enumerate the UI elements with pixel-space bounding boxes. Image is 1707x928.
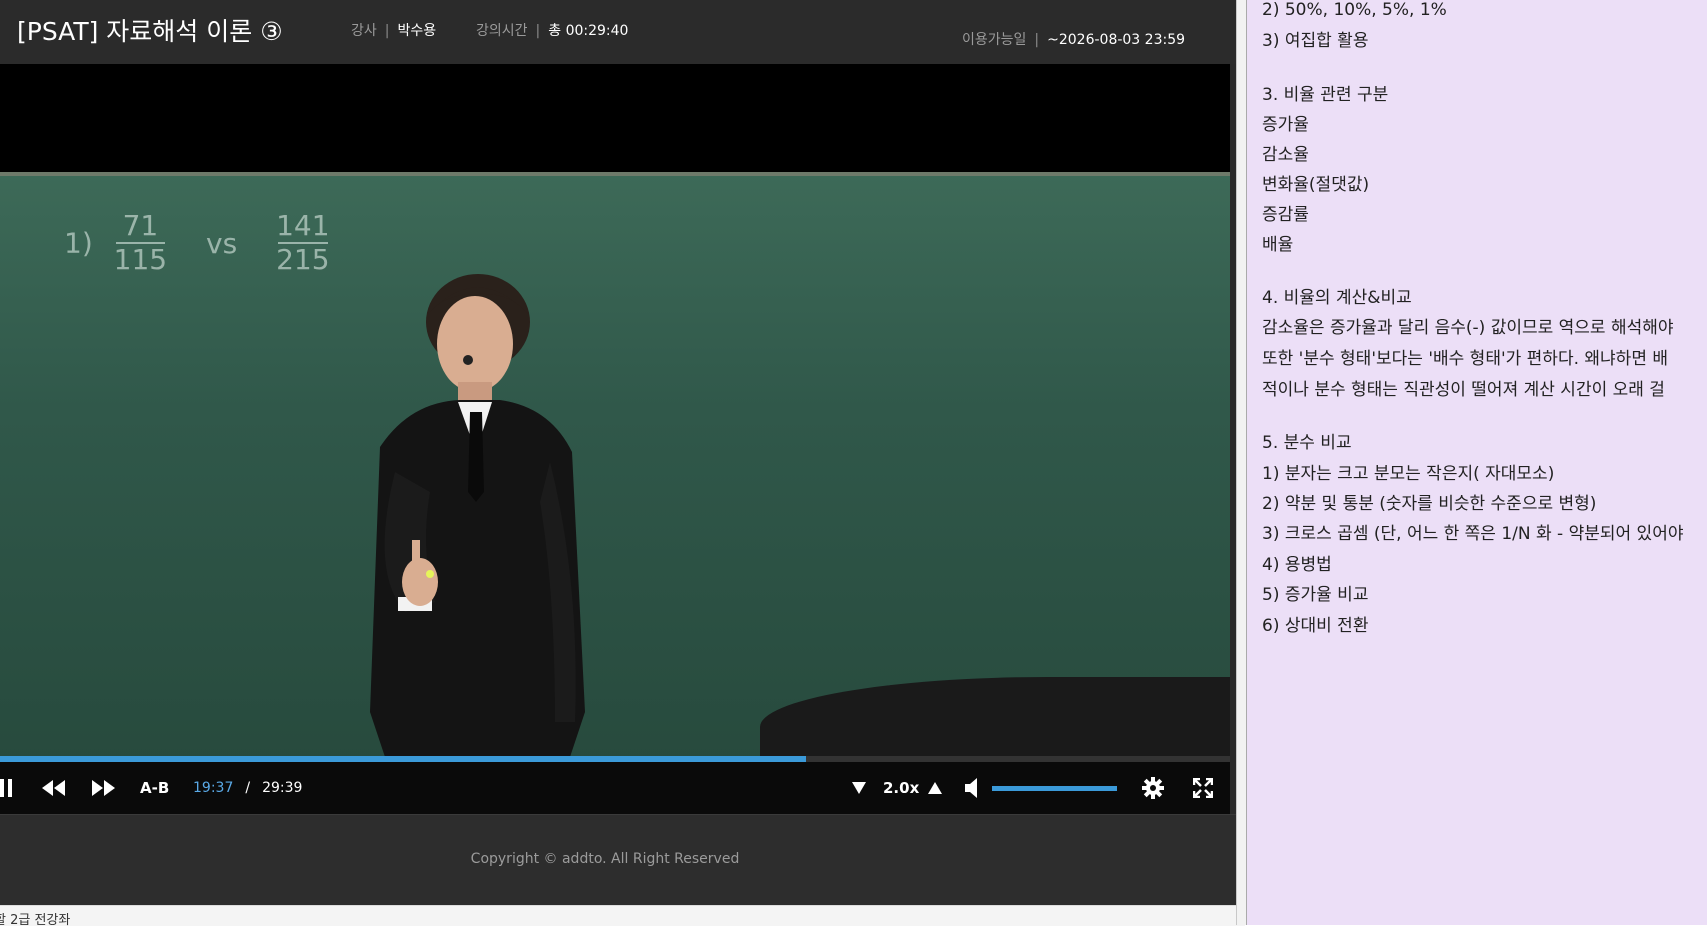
pause-button[interactable] [0, 762, 14, 814]
note-line: 5. 분수 비교 [1262, 433, 1352, 453]
speed-up-button[interactable] [928, 762, 942, 814]
note-line: 6) 상대비 전환 [1262, 616, 1369, 636]
settings-button[interactable] [1142, 762, 1164, 814]
note-line: 1) 분자는 크고 분모는 작은지( 자대모소) [1262, 464, 1555, 484]
background-page-strip: 할 2급 전강좌 [0, 905, 1245, 928]
fraction-one-numerator: 71 [122, 209, 159, 242]
note-line: 증가율 [1262, 115, 1309, 135]
note-line: 감소율 [1262, 145, 1309, 165]
player-controls: A-B 19:37 / 29:39 2.0x [0, 762, 1230, 814]
instructor-info: 강사 | 박수용 [351, 23, 437, 39]
instructor-label: 강사 [351, 23, 377, 39]
ab-repeat-button[interactable]: A-B [140, 762, 169, 814]
note-line: 2) 약분 및 통분 (숫자를 비슷한 수준으로 변형) [1262, 494, 1597, 514]
triangle-up-icon [928, 782, 942, 794]
video-frame: 1) 71 115 vs 141 215 [0, 172, 1230, 756]
note-line: 감소율은 증가율과 달리 음수(-) 값이므로 역으로 해석해야 [1262, 318, 1674, 338]
fraction-one-denominator: 115 [113, 243, 168, 276]
note-line: 증감률 [1262, 205, 1309, 225]
lecture-title: [PSAT] 자료해석 이론 ③ [17, 17, 283, 46]
availability-value: ~2026-08-03 23:59 [1047, 32, 1186, 48]
total-time: 29:39 [262, 780, 303, 796]
duration-info: 강의시간 | 총 00:29:40 [476, 23, 629, 39]
note-line: 3) 크로스 곱셈 (단, 어느 한 쪽은 1/N 화 - 약분되어 있어야 [1262, 524, 1684, 544]
duration-label: 강의시간 [476, 23, 528, 39]
fraction-two: 141 215 [276, 210, 329, 276]
triangle-down-icon [852, 782, 866, 794]
note-line: 3. 비율 관련 구분 [1262, 85, 1389, 105]
mute-button[interactable] [965, 762, 979, 814]
fraction-two-numerator: 141 [276, 209, 330, 242]
volume-slider[interactable] [992, 786, 1117, 791]
volume-level [992, 786, 1117, 791]
rewind-icon [42, 780, 65, 796]
video-area[interactable]: 1) 71 115 vs 141 215 [0, 64, 1230, 756]
notes-panel[interactable]: 2) 50%, 10%, 5%, 1% 3) 여집합 활용 3. 비율 관련 구… [1246, 0, 1707, 925]
note-line: 5) 증가율 비교 [1262, 585, 1369, 605]
time-separator: / [245, 780, 251, 796]
chalkboard-text: 1) 71 115 vs 141 215 [64, 210, 342, 276]
player-footer: Copyright © addto. All Right Reserved [0, 814, 1236, 906]
time-display: 19:37 / 29:39 [193, 762, 302, 814]
rewind-button[interactable] [42, 762, 66, 814]
player-header: [PSAT] 자료해석 이론 ③ 강사 | 박수용 강의시간 | 총 00:29:40 … [0, 0, 1236, 64]
note-line: 2) 50%, 10%, 5%, 1% [1262, 0, 1447, 20]
instructor-name: 박수용 [397, 23, 437, 39]
gear-icon [1142, 777, 1164, 799]
fullscreen-icon [1193, 778, 1213, 798]
availability-info: 이용가능일 | ~2026-08-03 23:59 [962, 32, 1186, 48]
duration-value: 총 00:29:40 [548, 23, 629, 39]
note-line: 4. 비율의 계산&비교 [1262, 288, 1412, 308]
video-player-window: [PSAT] 자료해석 이론 ③ 강사 | 박수용 강의시간 | 총 00:29:40 … [0, 0, 1236, 906]
fraction-one: 71 115 [114, 210, 167, 276]
speaker-icon [965, 778, 977, 798]
note-line: 배율 [1262, 235, 1294, 255]
current-time: 19:37 [193, 780, 234, 796]
board-vs: vs [206, 226, 238, 260]
fullscreen-button[interactable] [1193, 762, 1213, 814]
fraction-two-denominator: 215 [276, 243, 330, 276]
note-line: 3) 여집합 활용 [1262, 31, 1369, 51]
lecturer-figure [370, 274, 585, 756]
copyright-text: Copyright © addto. All Right Reserved [470, 851, 740, 867]
note-line: 4) 용병법 [1262, 555, 1332, 575]
note-line: 변화율(절댓값) [1262, 175, 1370, 195]
background-page-text: 할 2급 전강좌 [0, 913, 71, 928]
speed-down-button[interactable] [852, 762, 866, 814]
note-line: 적이나 분수 형태는 직관성이 떨어져 계산 시간이 오래 걸 [1262, 380, 1665, 400]
board-prefix: 1) [64, 226, 93, 260]
availability-label: 이용가능일 [962, 32, 1027, 48]
pause-icon [0, 779, 12, 797]
fast-forward-button[interactable] [91, 762, 115, 814]
lectern [760, 677, 1230, 756]
playback-speed: 2.0x [883, 779, 920, 797]
fast-forward-icon [92, 780, 115, 796]
note-line: 또한 '분수 형태'보다는 '배수 형태'가 편하다. 왜냐하면 배 [1262, 349, 1669, 369]
